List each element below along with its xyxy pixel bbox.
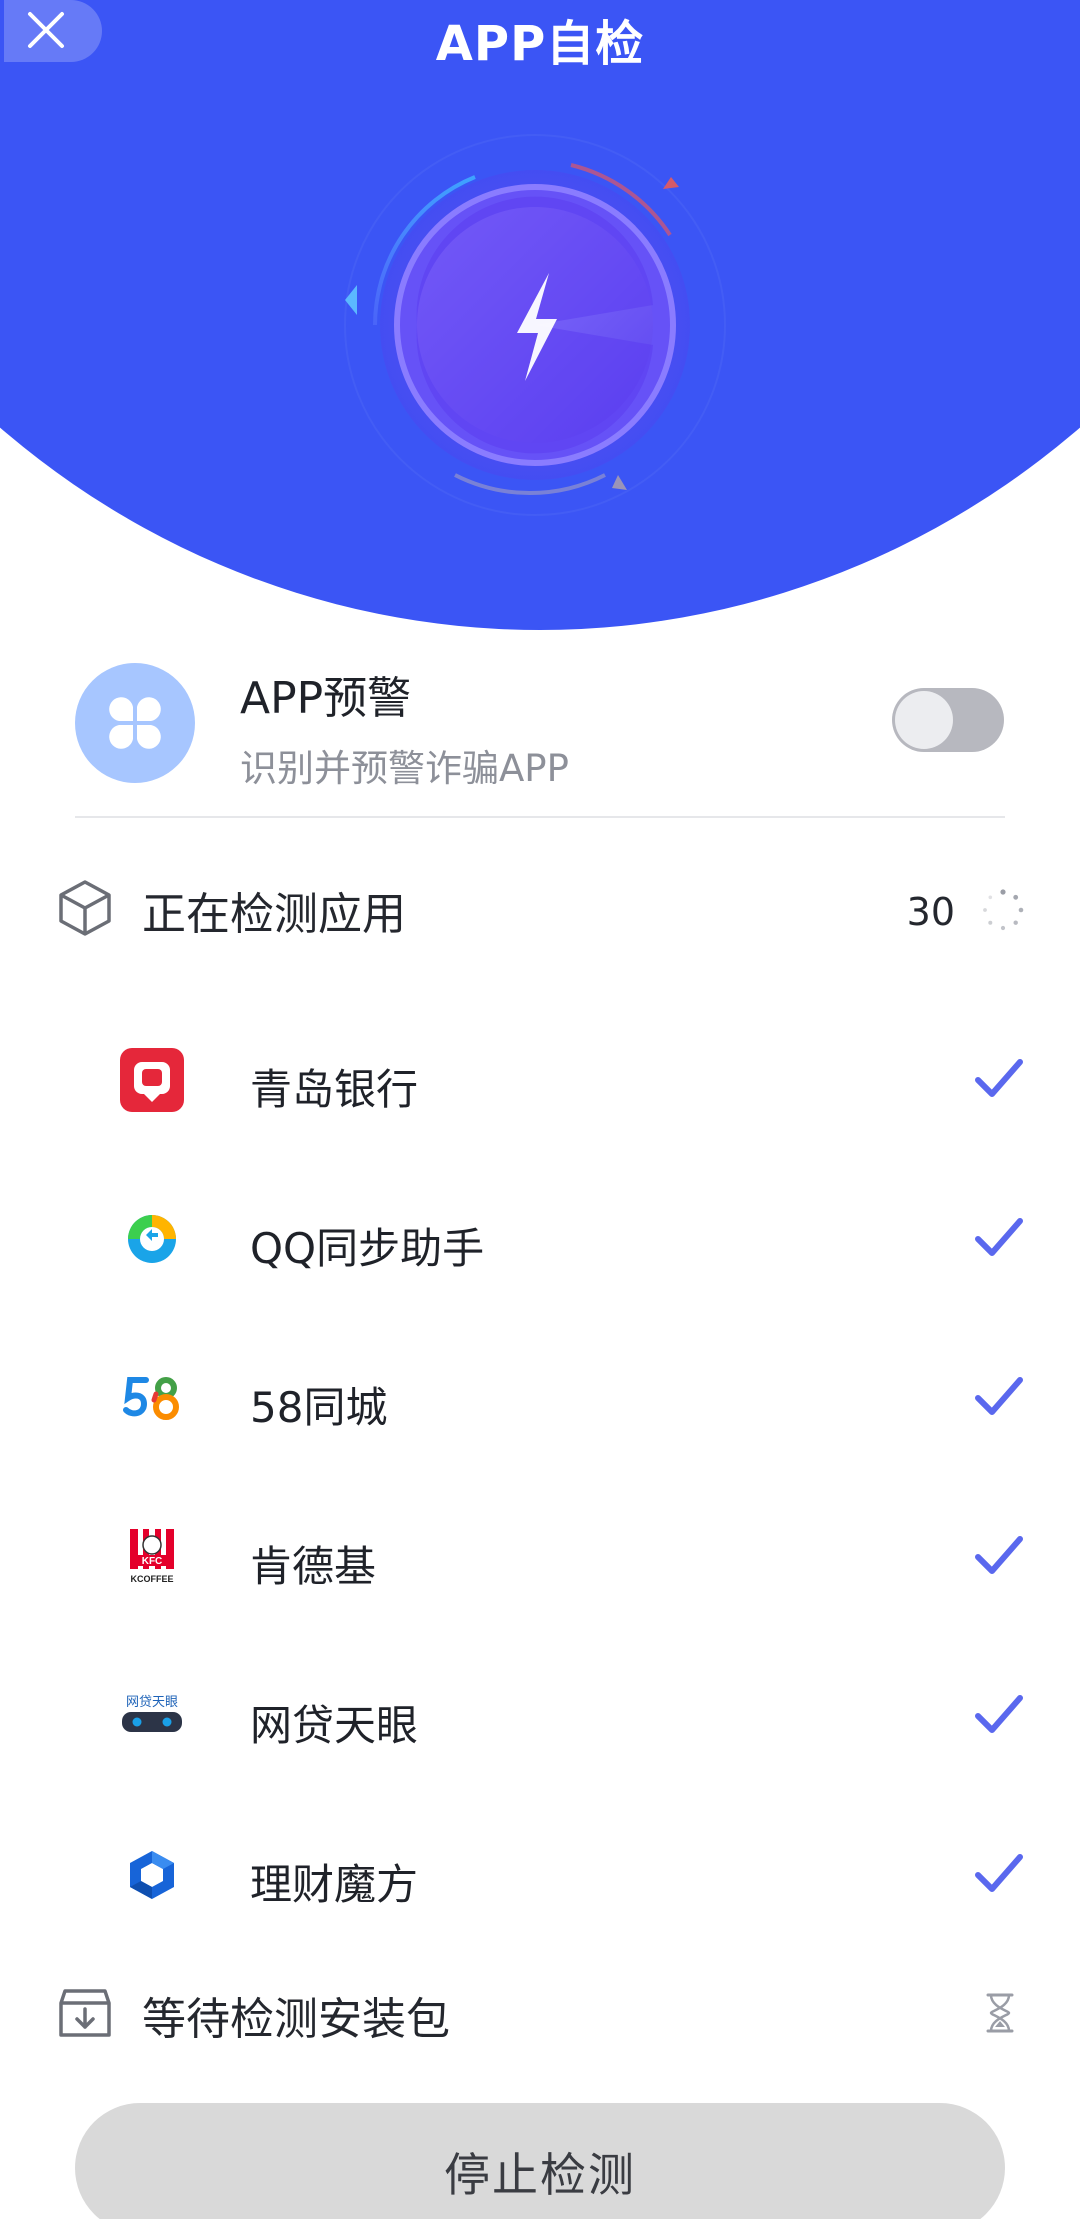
scanning-label: 正在检测应用 <box>142 889 406 940</box>
check-icon <box>975 1218 1023 1256</box>
app-warning-toggle[interactable] <box>892 688 1004 752</box>
app-row-wangdai-tianyan: 网贷天眼 网贷天眼 <box>120 1666 1023 1766</box>
check-icon <box>975 1059 1023 1097</box>
qingdao-bank-icon <box>120 1048 184 1112</box>
package-download-icon <box>59 1989 111 2037</box>
app-row-kfc: KFC KCOFFEE 肯德基 <box>120 1507 1023 1607</box>
divider <box>75 816 1005 818</box>
stop-scan-button[interactable]: 停止检测 <box>75 2103 1005 2219</box>
page-title: APP自检 <box>435 16 645 72</box>
loading-spinner-icon <box>983 889 1024 931</box>
kfc-logo-text: KFC <box>142 1556 163 1567</box>
kfc-icon: KFC KCOFFEE <box>120 1525 184 1589</box>
licai-mofang-icon <box>120 1843 184 1907</box>
cube-icon <box>59 880 111 936</box>
app-warning-row: APP预警 识别并预警诈骗APP <box>75 660 1005 820</box>
app-name: 青岛银行 <box>250 1065 419 1114</box>
toggle-knob <box>895 691 953 749</box>
check-icon <box>975 1695 1023 1733</box>
app-row-licai-mofang: 理财魔方 <box>120 1825 1023 1925</box>
app-name: 网贷天眼 <box>250 1701 419 1750</box>
app-name: 58同城 <box>250 1383 388 1432</box>
check-icon <box>975 1536 1023 1574</box>
scanned-count: 30 <box>906 890 955 934</box>
app-row-qq-sync: QQ同步助手 <box>120 1189 1023 1289</box>
app-warning-subtitle: 识别并预警诈骗APP <box>240 747 569 790</box>
stop-scan-label: 停止检测 <box>444 2148 636 2202</box>
app-warning-title: APP预警 <box>240 673 412 724</box>
pending-label: 等待检测安装包 <box>142 1994 450 2045</box>
qq-sync-icon <box>120 1207 184 1271</box>
scan-gauge <box>344 134 726 516</box>
check-icon <box>975 1854 1023 1892</box>
app-name: QQ同步助手 <box>250 1224 485 1273</box>
hourglass-icon <box>986 1993 1014 2033</box>
app-row-58-tongcheng: 58同城 <box>120 1348 1023 1448</box>
app-row-qingdao-bank: 青岛银行 <box>120 1030 1023 1130</box>
check-icon <box>975 1377 1023 1415</box>
58-tongcheng-icon <box>120 1366 184 1430</box>
kcoffee-logo-text: KCOFFEE <box>130 1574 173 1584</box>
app-name: 理财魔方 <box>250 1860 419 1909</box>
wangdai-logo-text: 网贷天眼 <box>126 1695 178 1710</box>
wangdai-tianyan-icon: 网贷天眼 <box>120 1684 184 1748</box>
pending-section-header: 等待检测安装包 <box>55 1973 1025 2053</box>
app-warning-icon <box>75 663 195 783</box>
app-name: 肯德基 <box>250 1542 377 1591</box>
scanning-section-header: 正在检测应用 30 <box>55 868 1025 948</box>
app-self-check-page: APP自检 APP预警 识别并预警诈骗APP 正在检测应用 30 青岛银行 QQ… <box>0 0 1080 2219</box>
